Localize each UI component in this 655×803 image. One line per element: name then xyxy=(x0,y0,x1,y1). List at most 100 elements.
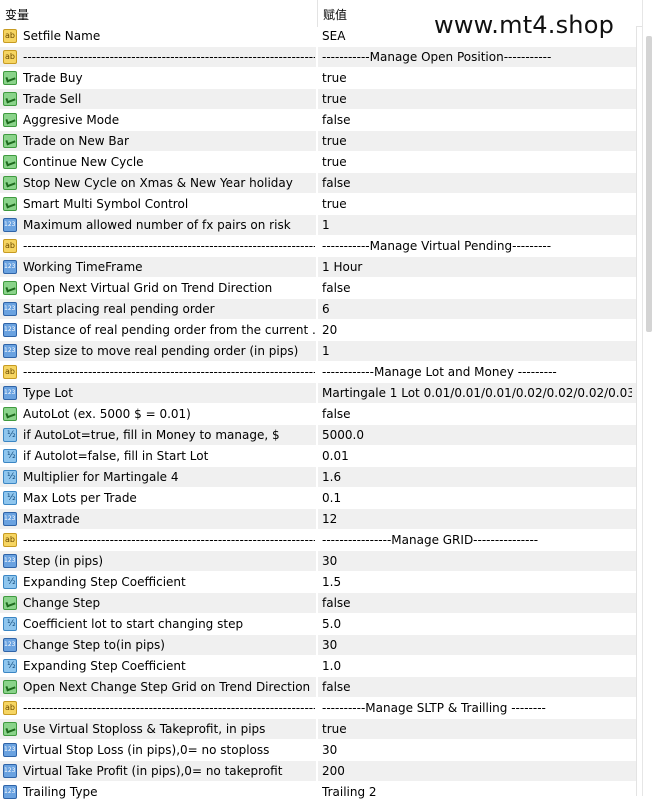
value-cell[interactable]: ------------Manage Lot and Money -------… xyxy=(318,362,636,382)
table-row[interactable]: ----------------------------------------… xyxy=(0,698,636,719)
variable-cell[interactable]: ----------------------------------------… xyxy=(0,698,317,718)
scrollbar-thumb[interactable] xyxy=(646,36,652,332)
table-row[interactable]: Distance of real pending order from the … xyxy=(0,320,636,341)
table-row[interactable]: Maximum allowed number of fx pairs on ri… xyxy=(0,215,636,236)
table-row[interactable]: Trade Sell true xyxy=(0,89,636,110)
value-cell[interactable]: false xyxy=(318,404,636,424)
value-cell[interactable]: true xyxy=(318,194,636,214)
column-header-value[interactable]: 赋值 xyxy=(323,6,347,23)
variable-cell[interactable]: Coefficient lot to start changing step xyxy=(0,614,317,634)
table-row[interactable]: ----------------------------------------… xyxy=(0,362,636,383)
variable-cell[interactable]: Stop New Cycle on Xmas & New Year holida… xyxy=(0,173,317,193)
value-cell[interactable]: false xyxy=(318,677,636,697)
value-cell[interactable]: 1.0 xyxy=(318,656,636,676)
table-row[interactable]: if AutoLot=true, fill in Money to manage… xyxy=(0,425,636,446)
value-cell[interactable]: false xyxy=(318,593,636,613)
table-row[interactable]: Expanding Step Coefficient 1.0 xyxy=(0,656,636,677)
table-row[interactable]: ----------------------------------------… xyxy=(0,530,636,551)
variable-cell[interactable]: ----------------------------------------… xyxy=(0,530,317,550)
variable-cell[interactable]: Change Step to(in pips) xyxy=(0,635,317,655)
variable-cell[interactable]: Continue New Cycle xyxy=(0,152,317,172)
value-cell[interactable]: 20 xyxy=(318,320,636,340)
table-row[interactable]: ----------------------------------------… xyxy=(0,236,636,257)
value-cell[interactable]: false xyxy=(318,110,636,130)
value-cell[interactable]: Trailing 2 xyxy=(318,782,636,802)
value-cell[interactable]: -----------Manage Virtual Pending-------… xyxy=(318,236,636,256)
table-row[interactable]: Virtual Stop Loss (in pips),0= no stoplo… xyxy=(0,740,636,761)
value-cell[interactable]: 30 xyxy=(318,740,636,760)
value-cell[interactable]: Martingale 1 Lot 0.01/0.01/0.01/0.02/0.0… xyxy=(318,383,636,403)
column-header-variable[interactable]: 变量 xyxy=(5,6,29,23)
table-row[interactable]: Trade on New Bar true xyxy=(0,131,636,152)
value-cell[interactable]: 0.01 xyxy=(318,446,636,466)
variable-cell[interactable]: Multiplier for Martingale 4 xyxy=(0,467,317,487)
variable-cell[interactable]: Virtual Stop Loss (in pips),0= no stoplo… xyxy=(0,740,317,760)
value-cell[interactable]: 0.1 xyxy=(318,488,636,508)
table-row[interactable]: if Autolot=false, fill in Start Lot 0.01 xyxy=(0,446,636,467)
variable-cell[interactable]: Start placing real pending order xyxy=(0,299,317,319)
value-cell[interactable]: 12 xyxy=(318,509,636,529)
table-row[interactable]: Working TimeFrame 1 Hour xyxy=(0,257,636,278)
vertical-scrollbar[interactable] xyxy=(642,0,655,796)
value-cell[interactable]: 1 xyxy=(318,341,636,361)
table-row[interactable]: Coefficient lot to start changing step 5.… xyxy=(0,614,636,635)
table-row[interactable]: Multiplier for Martingale 4 1.6 xyxy=(0,467,636,488)
table-row[interactable]: Trailing Type Trailing 2 xyxy=(0,782,636,803)
value-cell[interactable]: 1.6 xyxy=(318,467,636,487)
variable-cell[interactable]: Distance of real pending order from the … xyxy=(0,320,317,340)
table-row[interactable]: Step size to move real pending order (in… xyxy=(0,341,636,362)
variable-cell[interactable]: Type Lot xyxy=(0,383,317,403)
table-row[interactable]: Change Step to(in pips) 30 xyxy=(0,635,636,656)
value-cell[interactable]: ----------------Manage GRID-------------… xyxy=(318,530,636,550)
value-cell[interactable]: 1 xyxy=(318,215,636,235)
variable-cell[interactable]: Trade Buy xyxy=(0,68,317,88)
table-row[interactable]: Open Next Change Step Grid on Trend Dire… xyxy=(0,677,636,698)
table-row[interactable]: Trade Buy true xyxy=(0,68,636,89)
variable-cell[interactable]: ----------------------------------------… xyxy=(0,47,317,67)
value-cell[interactable]: true xyxy=(318,131,636,151)
value-cell[interactable]: 6 xyxy=(318,299,636,319)
table-row[interactable]: Change Step false xyxy=(0,593,636,614)
value-cell[interactable]: 1.5 xyxy=(318,572,636,592)
value-cell[interactable]: 1 Hour xyxy=(318,257,636,277)
value-cell[interactable]: false xyxy=(318,173,636,193)
table-row[interactable]: Start placing real pending order 6 xyxy=(0,299,636,320)
variable-cell[interactable]: Step (in pips) xyxy=(0,551,317,571)
variable-cell[interactable]: Maximum allowed number of fx pairs on ri… xyxy=(0,215,317,235)
variable-cell[interactable]: Open Next Change Step Grid on Trend Dire… xyxy=(0,677,317,697)
variable-cell[interactable]: Trade Sell xyxy=(0,89,317,109)
value-cell[interactable]: true xyxy=(318,719,636,739)
variable-cell[interactable]: AutoLot (ex. 5000 $ = 0.01) xyxy=(0,404,317,424)
table-row[interactable]: Open Next Virtual Grid on Trend Directio… xyxy=(0,278,636,299)
table-row[interactable]: Maxtrade 12 xyxy=(0,509,636,530)
table-row[interactable]: Continue New Cycle true xyxy=(0,152,636,173)
value-cell[interactable]: ----------Manage SLTP & Trailling ------… xyxy=(318,698,636,718)
table-row[interactable]: ----------------------------------------… xyxy=(0,47,636,68)
value-cell[interactable]: true xyxy=(318,89,636,109)
table-row[interactable]: Expanding Step Coefficient 1.5 xyxy=(0,572,636,593)
variable-cell[interactable]: Open Next Virtual Grid on Trend Directio… xyxy=(0,278,317,298)
value-cell[interactable]: 30 xyxy=(318,551,636,571)
column-divider[interactable] xyxy=(317,0,318,26)
value-cell[interactable]: true xyxy=(318,152,636,172)
value-cell[interactable]: true xyxy=(318,68,636,88)
value-cell[interactable]: 200 xyxy=(318,761,636,781)
table-row[interactable]: Type Lot Martingale 1 Lot 0.01/0.01/0.01/… xyxy=(0,383,636,404)
variable-cell[interactable]: Virtual Take Profit (in pips),0= no take… xyxy=(0,761,317,781)
variable-cell[interactable]: Expanding Step Coefficient xyxy=(0,656,317,676)
variable-cell[interactable]: ----------------------------------------… xyxy=(0,236,317,256)
variable-cell[interactable]: Change Step xyxy=(0,593,317,613)
variable-cell[interactable]: ----------------------------------------… xyxy=(0,362,317,382)
table-row[interactable]: Aggresive Mode false xyxy=(0,110,636,131)
variable-cell[interactable]: Aggresive Mode xyxy=(0,110,317,130)
table-row[interactable]: Step (in pips) 30 xyxy=(0,551,636,572)
variable-cell[interactable]: if Autolot=false, fill in Start Lot xyxy=(0,446,317,466)
table-row[interactable]: AutoLot (ex. 5000 $ = 0.01) false xyxy=(0,404,636,425)
table-row[interactable]: Smart Multi Symbol Control true xyxy=(0,194,636,215)
value-cell[interactable]: false xyxy=(318,278,636,298)
value-cell[interactable]: -----------Manage Open Position---------… xyxy=(318,47,636,67)
variable-cell[interactable]: Use Virtual Stoploss & Takeprofit, in pi… xyxy=(0,719,317,739)
variable-cell[interactable]: Trade on New Bar xyxy=(0,131,317,151)
variable-cell[interactable]: Expanding Step Coefficient xyxy=(0,572,317,592)
variable-cell[interactable]: Smart Multi Symbol Control xyxy=(0,194,317,214)
